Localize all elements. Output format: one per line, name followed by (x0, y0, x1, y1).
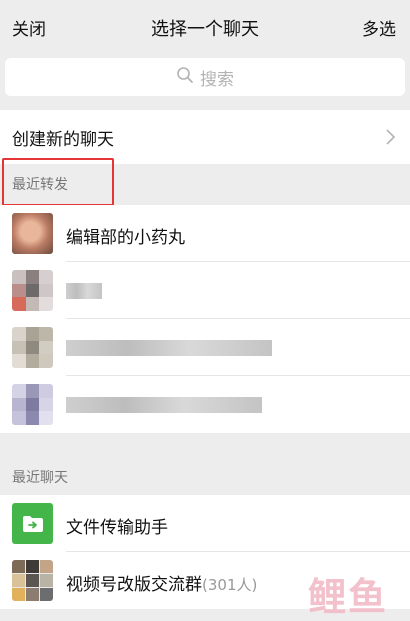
list-item[interactable] (0, 319, 410, 376)
list-item[interactable]: 编辑部的小药丸 (0, 205, 410, 262)
member-count: (301人) (202, 576, 258, 594)
list-item[interactable]: 文件传输助手 (0, 495, 410, 552)
cat-photo-avatar (12, 213, 53, 254)
chat-name: 视频号改版交流群(301人) (66, 575, 258, 595)
create-new-chat-row[interactable]: 创建新的聊天 (0, 110, 410, 164)
page-title: 选择一个聊天 (151, 19, 259, 40)
top-bar: 关闭 选择一个聊天 多选 (0, 0, 410, 52)
blurred-name (66, 340, 272, 356)
search-icon (176, 66, 194, 89)
recent-forward-list: 编辑部的小药丸 (0, 205, 410, 433)
chat-name: 文件传输助手 (66, 518, 168, 538)
group-grid-avatar (12, 560, 53, 601)
search-placeholder: 搜索 (200, 69, 234, 90)
chevron-right-icon (384, 127, 396, 151)
search-input[interactable]: 搜索 (5, 58, 405, 96)
blurred-avatar (12, 270, 53, 311)
file-transfer-icon (12, 503, 53, 544)
search-area: 搜索 (0, 52, 410, 102)
blurred-avatar (12, 327, 53, 368)
create-new-chat-label: 创建新的聊天 (12, 129, 114, 150)
blurred-name (66, 283, 102, 299)
blurred-name (66, 397, 262, 413)
section-recent-chats: 最近聊天 (0, 457, 410, 495)
multi-select-button[interactable]: 多选 (362, 15, 396, 40)
highlight-box (2, 158, 114, 206)
blurred-avatar (12, 384, 53, 425)
chat-name: 编辑部的小药丸 (66, 228, 185, 248)
section-label: 最近聊天 (12, 470, 68, 486)
list-item[interactable] (0, 376, 410, 433)
list-item[interactable] (0, 262, 410, 319)
watermark-logo: 鲤鱼 (307, 575, 388, 619)
